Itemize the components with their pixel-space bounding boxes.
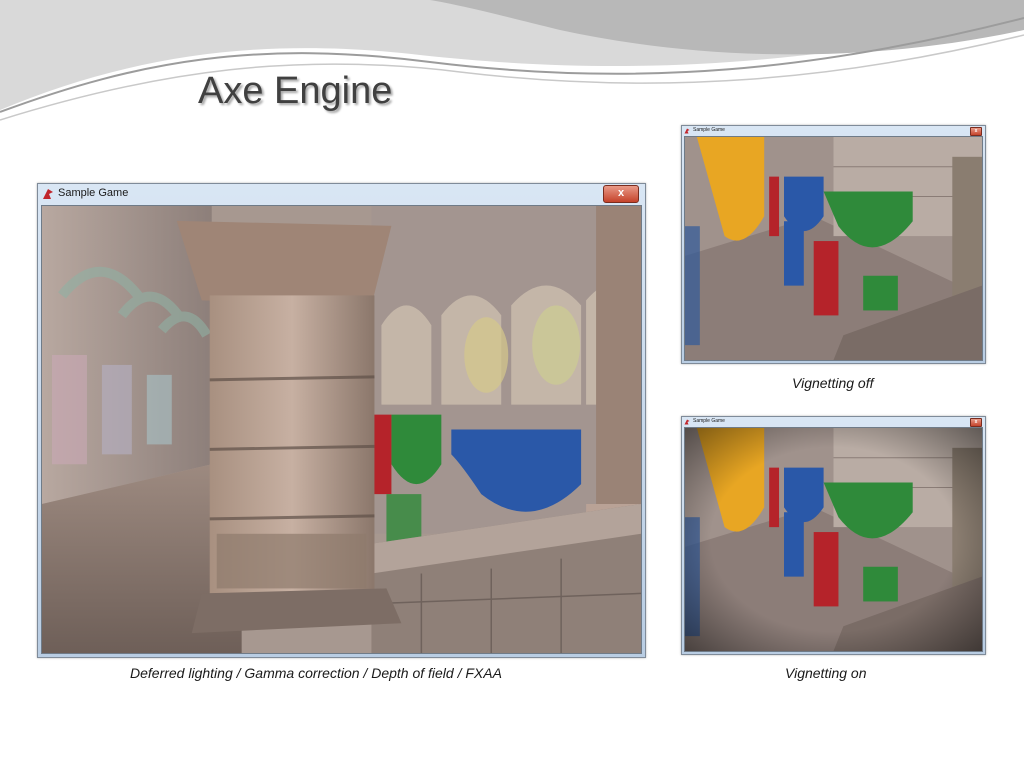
window-titlebar[interactable]: Sample Game x	[682, 126, 985, 136]
game-render-viewport	[684, 427, 983, 652]
app-logo-icon	[43, 189, 53, 199]
game-render-viewport	[41, 205, 642, 654]
scene-render-vignetting-on	[685, 428, 982, 651]
scene-render	[42, 206, 641, 653]
scene-render-vignetting-off	[685, 137, 982, 360]
main-game-window: Sample Game x	[37, 183, 646, 658]
game-render-viewport	[684, 136, 983, 361]
vignetting-on-window: Sample Game x	[681, 416, 986, 655]
vignetting-off-window: Sample Game x	[681, 125, 986, 364]
window-title: Sample Game	[58, 187, 129, 199]
window-title: Sample Game	[693, 127, 725, 133]
vignetting-off-caption: Vignetting off	[792, 375, 874, 391]
slide-title: Axe Engine	[198, 70, 393, 112]
app-logo-icon	[684, 419, 690, 425]
window-title: Sample Game	[693, 418, 725, 424]
main-caption: Deferred lighting / Gamma correction / D…	[130, 665, 502, 681]
close-button[interactable]: x	[970, 418, 982, 427]
close-button[interactable]: x	[603, 185, 639, 203]
header-swoosh-decoration	[0, 0, 1024, 121]
window-titlebar[interactable]: Sample Game x	[682, 417, 985, 427]
window-titlebar[interactable]: Sample Game x	[38, 184, 645, 204]
vignetting-on-caption: Vignetting on	[785, 665, 867, 681]
app-logo-icon	[684, 128, 690, 134]
close-button[interactable]: x	[970, 127, 982, 136]
